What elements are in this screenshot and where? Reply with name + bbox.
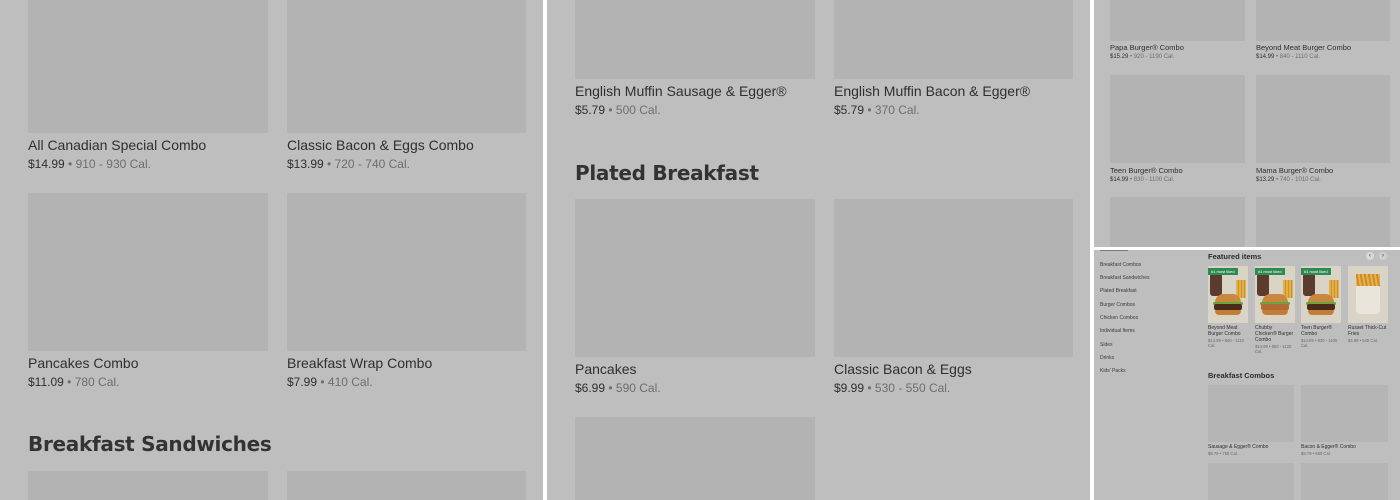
category-link[interactable]: Chicken Combos [1100, 315, 1138, 321]
item-image[interactable] [28, 471, 268, 500]
menu-panel-plated-breakfast: English Muffin Sausage & Egger® $5.79 • … [547, 0, 1090, 500]
featured-item-image[interactable]: #1 most liked [1255, 266, 1295, 323]
item-price-calories: $9.79 • 680 Cal. [1301, 451, 1331, 456]
menu-panel-burger-combos: Papa Burger® Combo $15.29 • 920 - 1190 C… [1094, 0, 1400, 247]
item-image[interactable] [834, 0, 1073, 79]
item-price-calories: $14.99 • 830 - 1100 Cal. [1110, 177, 1175, 183]
item-name[interactable]: English Muffin Sausage & Egger® [575, 83, 787, 99]
item-image[interactable] [834, 199, 1073, 357]
item-image[interactable] [1208, 463, 1294, 500]
item-name[interactable]: Classic Bacon & Eggs Combo [287, 137, 474, 153]
item-price-calories: $5.79 • 370 Cal. [834, 103, 920, 117]
section-heading: Plated Breakfast [575, 161, 759, 185]
item-name[interactable]: Pancakes Combo [28, 355, 139, 371]
item-price-calories: $15.29 • 920 - 1190 Cal. [1110, 54, 1175, 60]
featured-item-name[interactable]: Beyond Meat Burger Combo [1208, 325, 1248, 337]
carousel-prev-button[interactable]: ‹ [1366, 252, 1374, 260]
menu-panel-overview: Breakfast Combos Breakfast Sandwiches Pl… [1094, 250, 1400, 500]
item-image[interactable] [287, 0, 526, 133]
item-image[interactable] [1110, 75, 1245, 163]
item-image[interactable] [575, 417, 815, 500]
item-price-calories: $14.99 • 910 - 930 Cal. [28, 157, 151, 171]
item-name[interactable]: Sausage & Egger® Combo [1208, 444, 1268, 450]
item-price-calories: $7.99 • 410 Cal. [287, 375, 373, 389]
item-name[interactable]: Classic Bacon & Eggs [834, 361, 972, 377]
item-image[interactable] [1208, 385, 1294, 442]
drink-cup-icon [1257, 274, 1269, 296]
most-liked-badge: #1 most liked [1301, 268, 1331, 275]
featured-item-name[interactable]: Russet Thick-Cut Fries [1348, 325, 1388, 337]
item-name[interactable]: Beyond Meat Burger Combo [1256, 43, 1351, 52]
carousel-next-button[interactable]: › [1379, 252, 1387, 260]
category-link[interactable]: Breakfast Sandwiches [1100, 275, 1149, 281]
item-name[interactable]: Mama Burger® Combo [1256, 166, 1333, 175]
item-price-calories: $5.79 • 500 Cal. [575, 103, 661, 117]
bun-icon [1308, 310, 1334, 315]
featured-item-price-calories: $14.99 • 850 - 1120 Cal. [1255, 344, 1292, 354]
category-link[interactable]: Individual Items [1100, 328, 1135, 334]
item-name[interactable]: Pancakes [575, 361, 636, 377]
featured-heading: Featured items [1208, 252, 1262, 261]
item-price-calories: $9.99 • 530 - 550 Cal. [834, 381, 951, 395]
item-price-calories: $13.99 • 720 - 740 Cal. [287, 157, 410, 171]
featured-item-name[interactable]: Teen Burger® Combo [1301, 325, 1341, 337]
most-liked-badge: #1 most liked [1208, 268, 1238, 275]
item-image[interactable] [28, 0, 268, 133]
item-name[interactable]: Teen Burger® Combo [1110, 166, 1183, 175]
item-image[interactable] [1110, 0, 1245, 41]
drink-cup-icon [1303, 274, 1315, 296]
menu-panel-breakfast-combos: All Canadian Special Combo $14.99 • 910 … [0, 0, 543, 500]
item-name[interactable]: All Canadian Special Combo [28, 137, 206, 153]
category-link[interactable]: Sides [1100, 342, 1113, 348]
item-name[interactable]: Breakfast Wrap Combo [287, 355, 432, 371]
item-name[interactable]: English Muffin Bacon & Egger® [834, 83, 1030, 99]
most-liked-badge: #1 most liked [1255, 268, 1285, 275]
drink-cup-icon [1210, 274, 1222, 296]
item-image[interactable] [1256, 197, 1390, 247]
category-scroll-indicator [1100, 250, 1128, 251]
item-image[interactable] [1256, 0, 1390, 41]
bun-icon [1215, 310, 1241, 315]
item-image[interactable] [1301, 385, 1388, 442]
item-image[interactable] [1256, 75, 1390, 163]
item-name[interactable]: Bacon & Egger® Combo [1301, 444, 1356, 450]
item-image[interactable] [287, 471, 526, 500]
featured-item-image[interactable]: #1 most liked [1208, 266, 1248, 323]
featured-item-name[interactable]: Chubby Chicken® Burger Combo [1255, 325, 1295, 343]
section-heading: Breakfast Combos [1208, 371, 1275, 380]
item-image[interactable] [287, 193, 526, 351]
item-image[interactable] [1110, 197, 1245, 247]
item-price-calories: $11.09 • 780 Cal. [28, 375, 120, 389]
item-price-calories: $13.29 • 740 - 1010 Cal. [1256, 177, 1321, 183]
category-link[interactable]: Kids' Packs [1100, 368, 1126, 374]
category-link[interactable]: Drinks [1100, 355, 1114, 361]
bun-icon [1262, 310, 1288, 315]
featured-item-price-calories: $14.99 • 840 - 1110 Cal. [1208, 338, 1245, 348]
item-image[interactable] [28, 193, 268, 351]
item-image[interactable] [1301, 463, 1388, 500]
fries-cup-icon [1356, 286, 1380, 314]
item-price-calories: $6.99 • 590 Cal. [575, 381, 661, 395]
category-link[interactable]: Plated Breakfast [1100, 288, 1137, 294]
item-image[interactable] [575, 0, 815, 79]
item-price-calories: $14.99 • 840 - 1110 Cal. [1256, 54, 1320, 60]
featured-item-price-calories: $14.99 • 830 - 1100 Cal. [1301, 338, 1338, 348]
featured-item-price-calories: $4.99 • 540 Cal. [1348, 338, 1378, 343]
featured-item-image[interactable] [1348, 266, 1388, 323]
category-link[interactable]: Breakfast Combos [1100, 262, 1141, 268]
item-name[interactable]: Papa Burger® Combo [1110, 43, 1184, 52]
item-image[interactable] [575, 199, 815, 357]
section-heading: Breakfast Sandwiches [28, 432, 272, 456]
item-price-calories: $9.79 • 750 Cal. [1208, 451, 1238, 456]
category-link[interactable]: Burger Combos [1100, 302, 1135, 308]
featured-item-image[interactable]: #1 most liked [1301, 266, 1341, 323]
